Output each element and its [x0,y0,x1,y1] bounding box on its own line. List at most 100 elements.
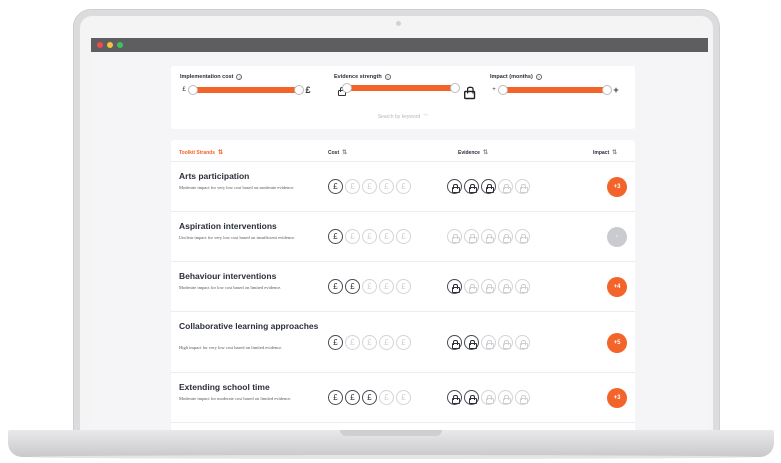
strand-title[interactable]: Collaborative learning approaches [179,321,319,332]
sort-icon[interactable]: ⇅ [342,149,347,156]
table-row[interactable]: Extending school time Moderate impact for… [171,373,635,423]
sort-icon[interactable]: ⇅ [612,149,617,156]
lock-icon [498,179,513,194]
chevron-down-icon[interactable]: ﹀ [423,114,428,120]
lock-icon [498,279,513,294]
impact-badge: +3 [607,177,627,197]
pound-icon: £ [345,179,360,194]
lock-icon [447,279,462,294]
evidence-slider-min-handle[interactable] [342,83,352,93]
lock-icon [515,229,530,244]
pound-icon: £ [362,390,377,405]
evidence-slider-max-handle[interactable] [450,83,460,93]
help-icon[interactable]: ? [535,74,542,80]
cost-rating: £ £ £ £ £ [328,179,411,194]
strand-title[interactable]: Extending school time [179,382,319,393]
impact-slider-min-handle[interactable] [498,85,508,95]
maximize-window-icon[interactable] [117,42,123,48]
pound-icon: £ [362,229,377,244]
help-icon[interactable]: ? [384,74,391,80]
column-header-impact[interactable]: Impact ⇅ [593,149,617,157]
lock-icon [481,229,496,244]
pound-icon: £ [328,335,343,350]
impact-badge: +4 [607,277,627,297]
keyword-search[interactable]: Search by keyword ﹀ [171,113,635,120]
impact-slider-max-handle[interactable] [602,85,612,95]
impact-header-label: Impact [593,149,610,156]
lock-icon [515,179,530,194]
impact-slider[interactable] [498,85,612,95]
pound-icon: £ [345,279,360,294]
pound-icon: £ [328,279,343,294]
evidence-strength-filter: Evidence strength ? [334,74,468,93]
evidence-strength-label: Evidence strength [334,74,382,80]
minimize-window-icon[interactable] [107,42,113,48]
column-header-strands[interactable]: Toolkit Strands ⇅ [179,149,223,157]
evidence-rating [447,390,530,405]
lock-icon [481,179,496,194]
strand-description: Unclear impact for very low cost based o… [179,235,296,240]
pound-icon: £ [379,390,394,405]
sort-icon[interactable]: ⇅ [218,149,223,156]
lock-icon [515,279,530,294]
cost-min-symbol: £ [182,87,186,93]
cost-rating: £ £ £ £ £ [328,279,411,294]
evidence-slider[interactable] [342,83,460,93]
impact-badge: - [607,227,627,247]
lock-icon [464,229,479,244]
strand-description: Moderate impact for very low cost based … [179,185,295,190]
implementation-cost-label: Implementation cost [180,74,234,80]
pound-icon: £ [328,229,343,244]
lock-icon [481,279,496,294]
pound-icon: £ [328,390,343,405]
table-row[interactable]: Arts participation Moderate impact for ve… [171,162,635,212]
column-header-evidence[interactable]: Evidence ⇅ [458,149,488,157]
lock-icon [498,335,513,350]
lock-icon [481,390,496,405]
cost-header-label: Cost [328,149,340,156]
strand-description: High impact for very low cost based on l… [179,345,283,350]
pound-icon: £ [379,335,394,350]
pound-icon: £ [362,335,377,350]
lock-icon [464,179,479,194]
pound-icon: £ [379,229,394,244]
filter-panel: Implementation cost ? £ £ Evidence stren… [171,66,635,129]
screen: Implementation cost ? £ £ Evidence stren… [91,38,708,430]
table-row[interactable]: Aspiration interventions Unclear impact f… [171,212,635,262]
impact-filter: Impact (months) ? + + [490,74,620,95]
strand-description: Moderate impact for moderate cost based … [179,396,292,401]
pound-icon: £ [396,279,411,294]
table-row[interactable]: Behaviour interventions Moderate impact f… [171,262,635,312]
cost-rating: £ £ £ £ £ [328,335,411,350]
lock-icon [464,279,479,294]
pound-icon: £ [345,390,360,405]
lock-icon [481,335,496,350]
strand-title[interactable]: Behaviour interventions [179,271,319,282]
strand-title[interactable]: Arts participation [179,171,319,182]
lock-icon [498,390,513,405]
cost-slider-max-handle[interactable] [294,85,304,95]
strand-title[interactable]: Aspiration interventions [179,221,319,232]
cost-rating: £ £ £ £ £ [328,390,411,405]
close-window-icon[interactable] [97,42,103,48]
lock-icon [515,335,530,350]
pound-icon: £ [379,279,394,294]
sort-icon[interactable]: ⇅ [483,149,488,156]
lock-icon [447,229,462,244]
lock-icon [498,229,513,244]
cost-slider[interactable] [188,85,304,95]
pound-icon: £ [362,279,377,294]
search-input[interactable]: Search by keyword [378,114,421,120]
cost-slider-min-handle[interactable] [188,85,198,95]
strand-description: Moderate impact for low cost based on li… [179,285,282,290]
column-header-cost[interactable]: Cost ⇅ [328,149,347,157]
browser-bar [91,38,708,52]
impact-badge: +5 [607,333,627,353]
table-row[interactable]: Collaborative learning approaches High im… [171,312,635,373]
laptop-mockup: Implementation cost ? £ £ Evidence stren… [0,0,781,463]
pound-icon: £ [328,179,343,194]
help-icon[interactable]: ? [236,74,243,80]
evidence-rating [447,179,530,194]
impact-max-symbol: + [613,85,619,95]
lock-icon [464,390,479,405]
